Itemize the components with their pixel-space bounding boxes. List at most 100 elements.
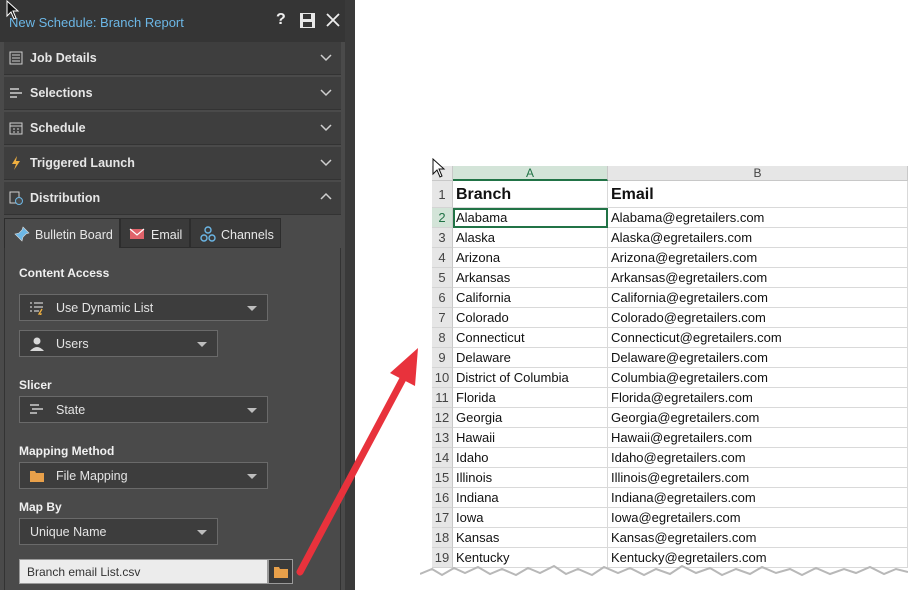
row-number[interactable]: 12: [432, 408, 453, 428]
cell-branch[interactable]: Indiana: [453, 488, 608, 508]
section-distribution[interactable]: Distribution: [4, 182, 341, 215]
cell-branch[interactable]: Alabama: [453, 208, 608, 228]
cell-email[interactable]: Illinois@egretailers.com: [608, 468, 908, 488]
cell-email[interactable]: Delaware@egretailers.com: [608, 348, 908, 368]
tab-label: Bulletin Board: [35, 228, 113, 242]
content-access-label: Content Access: [19, 266, 110, 280]
cell-email[interactable]: Arizona@egretailers.com: [608, 248, 908, 268]
cell-email[interactable]: Georgia@egretailers.com: [608, 408, 908, 428]
cell-email[interactable]: Alabama@egretailers.com: [608, 208, 908, 228]
map-by-value: Unique Name: [30, 525, 107, 539]
envelope-icon: [129, 228, 145, 239]
cell-branch[interactable]: Idaho: [453, 448, 608, 468]
cell-email[interactable]: Arkansas@egretailers.com: [608, 268, 908, 288]
section-schedule[interactable]: Schedule: [4, 112, 341, 145]
cell-email[interactable]: Indiana@egretailers.com: [608, 488, 908, 508]
cell-email[interactable]: Columbia@egretailers.com: [608, 368, 908, 388]
cell-email[interactable]: Iowa@egretailers.com: [608, 508, 908, 528]
cell-email[interactable]: Florida@egretailers.com: [608, 388, 908, 408]
column-header-a[interactable]: A: [453, 166, 608, 181]
section-triggered-launch[interactable]: Triggered Launch: [4, 147, 341, 180]
help-icon[interactable]: ?: [276, 11, 286, 29]
close-icon[interactable]: [326, 13, 340, 27]
chevron-down-icon: [320, 124, 332, 132]
row-number[interactable]: 8: [432, 328, 453, 348]
cell-branch[interactable]: California: [453, 288, 608, 308]
table-row: 4 Arizona Arizona@egretailers.com: [432, 248, 908, 268]
cell-branch[interactable]: Colorado: [453, 308, 608, 328]
cell-email[interactable]: Hawaii@egretailers.com: [608, 428, 908, 448]
chevron-down-icon: [197, 530, 207, 535]
table-row: 3 Alaska Alaska@egretailers.com: [432, 228, 908, 248]
row-number[interactable]: 10: [432, 368, 453, 388]
row-number[interactable]: 11: [432, 388, 453, 408]
row-number[interactable]: 17: [432, 508, 453, 528]
section-label: Selections: [30, 86, 93, 100]
section-selections[interactable]: Selections: [4, 77, 341, 110]
cell-branch[interactable]: District of Columbia: [453, 368, 608, 388]
table-row: 9 Delaware Delaware@egretailers.com: [432, 348, 908, 368]
row-number[interactable]: 14: [432, 448, 453, 468]
mapping-method-value: File Mapping: [56, 469, 128, 483]
row-number[interactable]: 3: [432, 228, 453, 248]
slicer-dropdown[interactable]: State: [19, 396, 268, 423]
panel-splitter[interactable]: [345, 0, 355, 590]
row-number[interactable]: 1: [432, 181, 453, 208]
folder-icon: [30, 471, 44, 482]
cell-email[interactable]: Kansas@egretailers.com: [608, 528, 908, 548]
row-number[interactable]: 16: [432, 488, 453, 508]
channels-icon: [200, 226, 216, 242]
slicer-value: State: [56, 403, 86, 417]
chevron-up-icon: [320, 192, 332, 200]
list-mode-dropdown[interactable]: Use Dynamic List: [19, 294, 268, 321]
mapping-method-dropdown[interactable]: File Mapping: [19, 462, 268, 489]
chevron-down-icon: [320, 159, 332, 167]
mouse-cursor-icon: [432, 158, 446, 178]
row-number[interactable]: 13: [432, 428, 453, 448]
section-job-details[interactable]: Job Details: [4, 42, 341, 75]
row-number[interactable]: 5: [432, 268, 453, 288]
cell-branch[interactable]: Alaska: [453, 228, 608, 248]
cell-branch[interactable]: Arkansas: [453, 268, 608, 288]
cell-branch-header[interactable]: Branch: [453, 181, 608, 208]
column-header-b[interactable]: B: [608, 166, 908, 181]
row-number[interactable]: 2: [432, 208, 453, 228]
cell-email[interactable]: Connecticut@egretailers.com: [608, 328, 908, 348]
table-row: 12 Georgia Georgia@egretailers.com: [432, 408, 908, 428]
tab-channels[interactable]: Channels: [190, 218, 281, 248]
user-icon: [30, 337, 44, 351]
cell-branch[interactable]: Illinois: [453, 468, 608, 488]
cell-branch[interactable]: Arizona: [453, 248, 608, 268]
cell-branch[interactable]: Hawaii: [453, 428, 608, 448]
tab-bulletin-board[interactable]: Bulletin Board: [4, 218, 120, 248]
mapping-file-value: Branch email List.csv: [27, 565, 141, 579]
cell-email[interactable]: Alaska@egretailers.com: [608, 228, 908, 248]
browse-file-button[interactable]: [268, 559, 293, 584]
row-number[interactable]: 15: [432, 468, 453, 488]
mouse-cursor-icon: [6, 0, 20, 20]
target-dropdown[interactable]: Users: [19, 330, 218, 357]
map-by-dropdown[interactable]: Unique Name: [19, 518, 218, 545]
cell-branch[interactable]: Connecticut: [453, 328, 608, 348]
mapping-file-input[interactable]: Branch email List.csv: [19, 559, 268, 584]
cell-branch[interactable]: Delaware: [453, 348, 608, 368]
row-number[interactable]: 18: [432, 528, 453, 548]
dynamic-list-icon: [30, 302, 43, 315]
row-number[interactable]: 9: [432, 348, 453, 368]
cell-branch[interactable]: Florida: [453, 388, 608, 408]
table-row: 18 Kansas Kansas@egretailers.com: [432, 528, 908, 548]
cell-email[interactable]: California@egretailers.com: [608, 288, 908, 308]
section-label: Triggered Launch: [30, 156, 135, 170]
cell-email-header[interactable]: Email: [608, 181, 908, 208]
row-number[interactable]: 7: [432, 308, 453, 328]
cell-email[interactable]: Colorado@egretailers.com: [608, 308, 908, 328]
cell-email[interactable]: Idaho@egretailers.com: [608, 448, 908, 468]
row-number[interactable]: 6: [432, 288, 453, 308]
cell-branch[interactable]: Iowa: [453, 508, 608, 528]
distribution-icon: [9, 191, 23, 205]
cell-branch[interactable]: Georgia: [453, 408, 608, 428]
save-icon[interactable]: [299, 12, 316, 29]
row-number[interactable]: 4: [432, 248, 453, 268]
cell-branch[interactable]: Kansas: [453, 528, 608, 548]
tab-email[interactable]: Email: [120, 218, 190, 248]
